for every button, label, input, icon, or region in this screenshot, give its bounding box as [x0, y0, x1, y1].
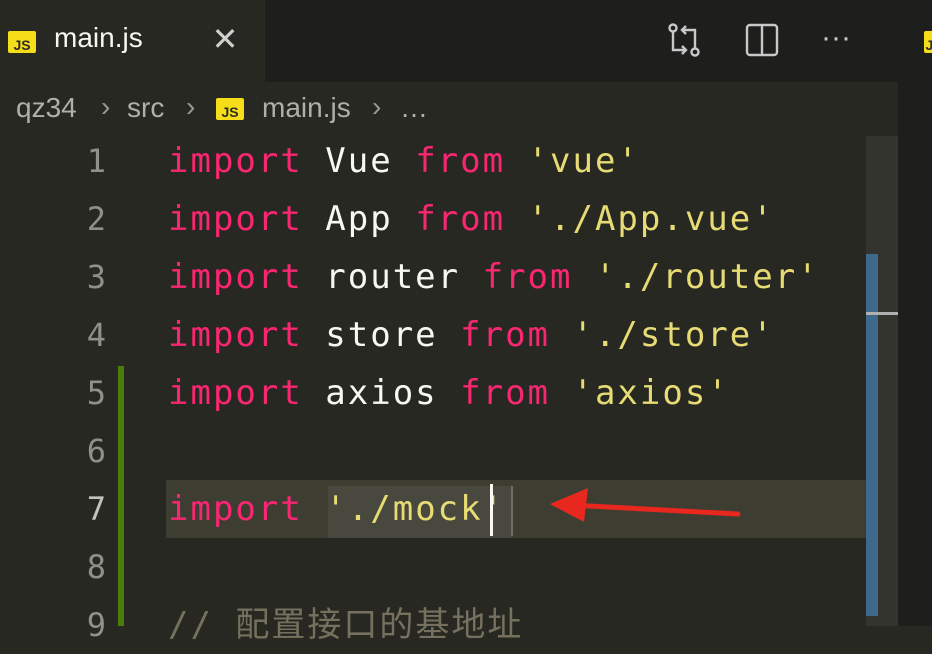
code-line[interactable]: 9 // 配置接口的基地址	[0, 596, 898, 654]
second-editor-group: JS	[898, 0, 932, 626]
code-comment: // 配置接口的基地址	[168, 605, 524, 645]
javascript-file-icon: JS	[8, 31, 36, 53]
code-line-current[interactable]: 7 import './mock'	[0, 480, 898, 538]
git-compare-icon[interactable]	[664, 20, 704, 60]
code-editor[interactable]: 1 import Vue from 'vue' 2 import App fro…	[0, 136, 898, 645]
chevron-right-icon: ›	[372, 91, 382, 122]
javascript-file-icon: JS	[216, 98, 244, 120]
code-text: import App from './App.vue'	[168, 199, 775, 239]
line-number: 1	[86, 142, 106, 180]
line-number: 5	[86, 374, 106, 412]
breadcrumb: qz34 › src › JS main.js › …	[0, 82, 898, 136]
code-text: import router from './router'	[168, 257, 820, 297]
text-cursor	[490, 484, 493, 536]
breadcrumb-item-src[interactable]: src	[127, 92, 164, 124]
code-line[interactable]: 6	[0, 422, 898, 480]
code-text: import store from './store'	[168, 315, 775, 355]
tab-main-js[interactable]: JS main.js ✕	[0, 0, 265, 82]
split-editor-icon[interactable]	[742, 20, 782, 60]
chevron-right-icon: ›	[101, 91, 111, 122]
code-line[interactable]: 5 import axios from 'axios'	[0, 364, 898, 422]
code-line[interactable]: 3 import router from './router'	[0, 248, 898, 306]
line-number: 6	[86, 432, 106, 470]
bracket-match-marker	[511, 486, 513, 536]
tab-title: main.js	[54, 22, 143, 53]
scrollbar-thumb[interactable]	[866, 254, 878, 616]
more-actions-button[interactable]: ···	[816, 20, 856, 60]
line-number: 3	[86, 258, 106, 296]
close-icon[interactable]: ✕	[208, 22, 242, 56]
code-text: import Vue from 'vue'	[168, 141, 640, 181]
line-number: 4	[86, 316, 106, 354]
line-number: 2	[86, 200, 106, 238]
line-number: 8	[86, 548, 106, 586]
red-arrow-annotation	[550, 488, 741, 522]
chevron-right-icon: ›	[186, 91, 196, 122]
code-line[interactable]: 2 import App from './App.vue'	[0, 190, 898, 248]
code-line[interactable]: 1 import Vue from 'vue'	[0, 132, 898, 190]
line-number: 9	[86, 606, 106, 644]
code-text: import axios from 'axios'	[168, 373, 730, 413]
breadcrumb-item-qz34[interactable]: qz34	[16, 92, 77, 124]
breadcrumb-item-more[interactable]: …	[400, 92, 428, 124]
code-text: import './mock'	[168, 489, 506, 529]
scrollbar-cursor-marker	[866, 312, 898, 315]
javascript-file-icon[interactable]: JS	[924, 31, 932, 53]
code-line[interactable]: 4 import store from './store'	[0, 306, 898, 364]
tab-bar: JS main.js ✕ ···	[0, 0, 898, 82]
line-number: 7	[86, 490, 106, 528]
code-line[interactable]: 8	[0, 538, 898, 596]
breadcrumb-item-main-js[interactable]: main.js	[262, 92, 351, 124]
